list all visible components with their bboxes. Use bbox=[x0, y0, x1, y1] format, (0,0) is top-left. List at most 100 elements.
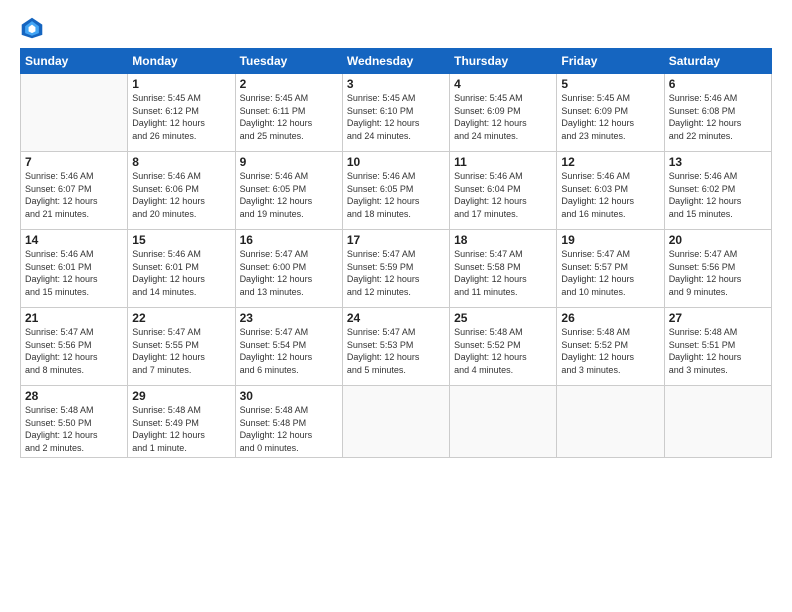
calendar-cell: 28Sunrise: 5:48 AM Sunset: 5:50 PM Dayli… bbox=[21, 386, 128, 458]
day-number: 20 bbox=[669, 233, 767, 247]
day-info: Sunrise: 5:47 AM Sunset: 6:00 PM Dayligh… bbox=[240, 248, 338, 298]
calendar-cell: 3Sunrise: 5:45 AM Sunset: 6:10 PM Daylig… bbox=[342, 74, 449, 152]
day-number: 18 bbox=[454, 233, 552, 247]
day-number: 7 bbox=[25, 155, 123, 169]
day-info: Sunrise: 5:45 AM Sunset: 6:12 PM Dayligh… bbox=[132, 92, 230, 142]
calendar-cell: 21Sunrise: 5:47 AM Sunset: 5:56 PM Dayli… bbox=[21, 308, 128, 386]
day-number: 27 bbox=[669, 311, 767, 325]
day-info: Sunrise: 5:47 AM Sunset: 5:53 PM Dayligh… bbox=[347, 326, 445, 376]
day-info: Sunrise: 5:45 AM Sunset: 6:11 PM Dayligh… bbox=[240, 92, 338, 142]
day-info: Sunrise: 5:47 AM Sunset: 5:54 PM Dayligh… bbox=[240, 326, 338, 376]
day-number: 13 bbox=[669, 155, 767, 169]
week-row-1: 1Sunrise: 5:45 AM Sunset: 6:12 PM Daylig… bbox=[21, 74, 772, 152]
calendar-cell: 22Sunrise: 5:47 AM Sunset: 5:55 PM Dayli… bbox=[128, 308, 235, 386]
day-info: Sunrise: 5:46 AM Sunset: 6:01 PM Dayligh… bbox=[25, 248, 123, 298]
day-number: 8 bbox=[132, 155, 230, 169]
calendar-cell: 6Sunrise: 5:46 AM Sunset: 6:08 PM Daylig… bbox=[664, 74, 771, 152]
day-info: Sunrise: 5:47 AM Sunset: 5:56 PM Dayligh… bbox=[25, 326, 123, 376]
day-number: 5 bbox=[561, 77, 659, 91]
day-number: 19 bbox=[561, 233, 659, 247]
day-number: 29 bbox=[132, 389, 230, 403]
day-number: 10 bbox=[347, 155, 445, 169]
day-number: 28 bbox=[25, 389, 123, 403]
calendar-cell: 4Sunrise: 5:45 AM Sunset: 6:09 PM Daylig… bbox=[450, 74, 557, 152]
week-row-4: 21Sunrise: 5:47 AM Sunset: 5:56 PM Dayli… bbox=[21, 308, 772, 386]
day-info: Sunrise: 5:48 AM Sunset: 5:50 PM Dayligh… bbox=[25, 404, 123, 454]
day-number: 14 bbox=[25, 233, 123, 247]
day-number: 3 bbox=[347, 77, 445, 91]
day-number: 1 bbox=[132, 77, 230, 91]
week-row-5: 28Sunrise: 5:48 AM Sunset: 5:50 PM Dayli… bbox=[21, 386, 772, 458]
day-info: Sunrise: 5:46 AM Sunset: 6:03 PM Dayligh… bbox=[561, 170, 659, 220]
page: SundayMondayTuesdayWednesdayThursdayFrid… bbox=[0, 0, 792, 612]
calendar-cell bbox=[21, 74, 128, 152]
calendar-cell: 23Sunrise: 5:47 AM Sunset: 5:54 PM Dayli… bbox=[235, 308, 342, 386]
weekday-header-row: SundayMondayTuesdayWednesdayThursdayFrid… bbox=[21, 49, 772, 74]
calendar-cell: 24Sunrise: 5:47 AM Sunset: 5:53 PM Dayli… bbox=[342, 308, 449, 386]
day-info: Sunrise: 5:47 AM Sunset: 5:59 PM Dayligh… bbox=[347, 248, 445, 298]
day-number: 30 bbox=[240, 389, 338, 403]
calendar-cell: 29Sunrise: 5:48 AM Sunset: 5:49 PM Dayli… bbox=[128, 386, 235, 458]
day-info: Sunrise: 5:47 AM Sunset: 5:56 PM Dayligh… bbox=[669, 248, 767, 298]
week-row-2: 7Sunrise: 5:46 AM Sunset: 6:07 PM Daylig… bbox=[21, 152, 772, 230]
weekday-header-saturday: Saturday bbox=[664, 49, 771, 74]
calendar-cell: 30Sunrise: 5:48 AM Sunset: 5:48 PM Dayli… bbox=[235, 386, 342, 458]
calendar-cell: 17Sunrise: 5:47 AM Sunset: 5:59 PM Dayli… bbox=[342, 230, 449, 308]
weekday-header-monday: Monday bbox=[128, 49, 235, 74]
day-number: 16 bbox=[240, 233, 338, 247]
day-info: Sunrise: 5:46 AM Sunset: 6:01 PM Dayligh… bbox=[132, 248, 230, 298]
day-info: Sunrise: 5:46 AM Sunset: 6:02 PM Dayligh… bbox=[669, 170, 767, 220]
day-info: Sunrise: 5:45 AM Sunset: 6:09 PM Dayligh… bbox=[454, 92, 552, 142]
calendar-cell: 1Sunrise: 5:45 AM Sunset: 6:12 PM Daylig… bbox=[128, 74, 235, 152]
day-info: Sunrise: 5:46 AM Sunset: 6:05 PM Dayligh… bbox=[240, 170, 338, 220]
day-info: Sunrise: 5:48 AM Sunset: 5:52 PM Dayligh… bbox=[454, 326, 552, 376]
day-info: Sunrise: 5:47 AM Sunset: 5:55 PM Dayligh… bbox=[132, 326, 230, 376]
day-info: Sunrise: 5:48 AM Sunset: 5:51 PM Dayligh… bbox=[669, 326, 767, 376]
day-info: Sunrise: 5:46 AM Sunset: 6:07 PM Dayligh… bbox=[25, 170, 123, 220]
calendar-cell: 14Sunrise: 5:46 AM Sunset: 6:01 PM Dayli… bbox=[21, 230, 128, 308]
day-number: 22 bbox=[132, 311, 230, 325]
calendar-cell: 16Sunrise: 5:47 AM Sunset: 6:00 PM Dayli… bbox=[235, 230, 342, 308]
calendar-cell: 20Sunrise: 5:47 AM Sunset: 5:56 PM Dayli… bbox=[664, 230, 771, 308]
day-number: 25 bbox=[454, 311, 552, 325]
calendar-cell: 11Sunrise: 5:46 AM Sunset: 6:04 PM Dayli… bbox=[450, 152, 557, 230]
calendar-cell: 9Sunrise: 5:46 AM Sunset: 6:05 PM Daylig… bbox=[235, 152, 342, 230]
header bbox=[20, 16, 772, 40]
day-info: Sunrise: 5:45 AM Sunset: 6:09 PM Dayligh… bbox=[561, 92, 659, 142]
day-number: 17 bbox=[347, 233, 445, 247]
day-info: Sunrise: 5:47 AM Sunset: 5:58 PM Dayligh… bbox=[454, 248, 552, 298]
day-info: Sunrise: 5:48 AM Sunset: 5:52 PM Dayligh… bbox=[561, 326, 659, 376]
day-info: Sunrise: 5:47 AM Sunset: 5:57 PM Dayligh… bbox=[561, 248, 659, 298]
day-number: 2 bbox=[240, 77, 338, 91]
day-number: 24 bbox=[347, 311, 445, 325]
day-number: 15 bbox=[132, 233, 230, 247]
calendar-cell: 26Sunrise: 5:48 AM Sunset: 5:52 PM Dayli… bbox=[557, 308, 664, 386]
day-number: 23 bbox=[240, 311, 338, 325]
calendar-cell: 18Sunrise: 5:47 AM Sunset: 5:58 PM Dayli… bbox=[450, 230, 557, 308]
calendar-cell: 8Sunrise: 5:46 AM Sunset: 6:06 PM Daylig… bbox=[128, 152, 235, 230]
weekday-header-wednesday: Wednesday bbox=[342, 49, 449, 74]
day-info: Sunrise: 5:46 AM Sunset: 6:06 PM Dayligh… bbox=[132, 170, 230, 220]
calendar-cell bbox=[557, 386, 664, 458]
calendar-cell: 5Sunrise: 5:45 AM Sunset: 6:09 PM Daylig… bbox=[557, 74, 664, 152]
calendar-cell bbox=[342, 386, 449, 458]
day-info: Sunrise: 5:45 AM Sunset: 6:10 PM Dayligh… bbox=[347, 92, 445, 142]
day-number: 11 bbox=[454, 155, 552, 169]
calendar-cell: 10Sunrise: 5:46 AM Sunset: 6:05 PM Dayli… bbox=[342, 152, 449, 230]
weekday-header-tuesday: Tuesday bbox=[235, 49, 342, 74]
calendar-cell bbox=[450, 386, 557, 458]
calendar-cell: 15Sunrise: 5:46 AM Sunset: 6:01 PM Dayli… bbox=[128, 230, 235, 308]
weekday-header-friday: Friday bbox=[557, 49, 664, 74]
day-info: Sunrise: 5:48 AM Sunset: 5:48 PM Dayligh… bbox=[240, 404, 338, 454]
day-number: 21 bbox=[25, 311, 123, 325]
week-row-3: 14Sunrise: 5:46 AM Sunset: 6:01 PM Dayli… bbox=[21, 230, 772, 308]
day-number: 6 bbox=[669, 77, 767, 91]
calendar-cell: 25Sunrise: 5:48 AM Sunset: 5:52 PM Dayli… bbox=[450, 308, 557, 386]
calendar-cell: 13Sunrise: 5:46 AM Sunset: 6:02 PM Dayli… bbox=[664, 152, 771, 230]
logo-icon bbox=[20, 16, 44, 40]
weekday-header-sunday: Sunday bbox=[21, 49, 128, 74]
calendar-cell: 2Sunrise: 5:45 AM Sunset: 6:11 PM Daylig… bbox=[235, 74, 342, 152]
calendar: SundayMondayTuesdayWednesdayThursdayFrid… bbox=[20, 48, 772, 458]
day-info: Sunrise: 5:46 AM Sunset: 6:08 PM Dayligh… bbox=[669, 92, 767, 142]
day-info: Sunrise: 5:46 AM Sunset: 6:04 PM Dayligh… bbox=[454, 170, 552, 220]
